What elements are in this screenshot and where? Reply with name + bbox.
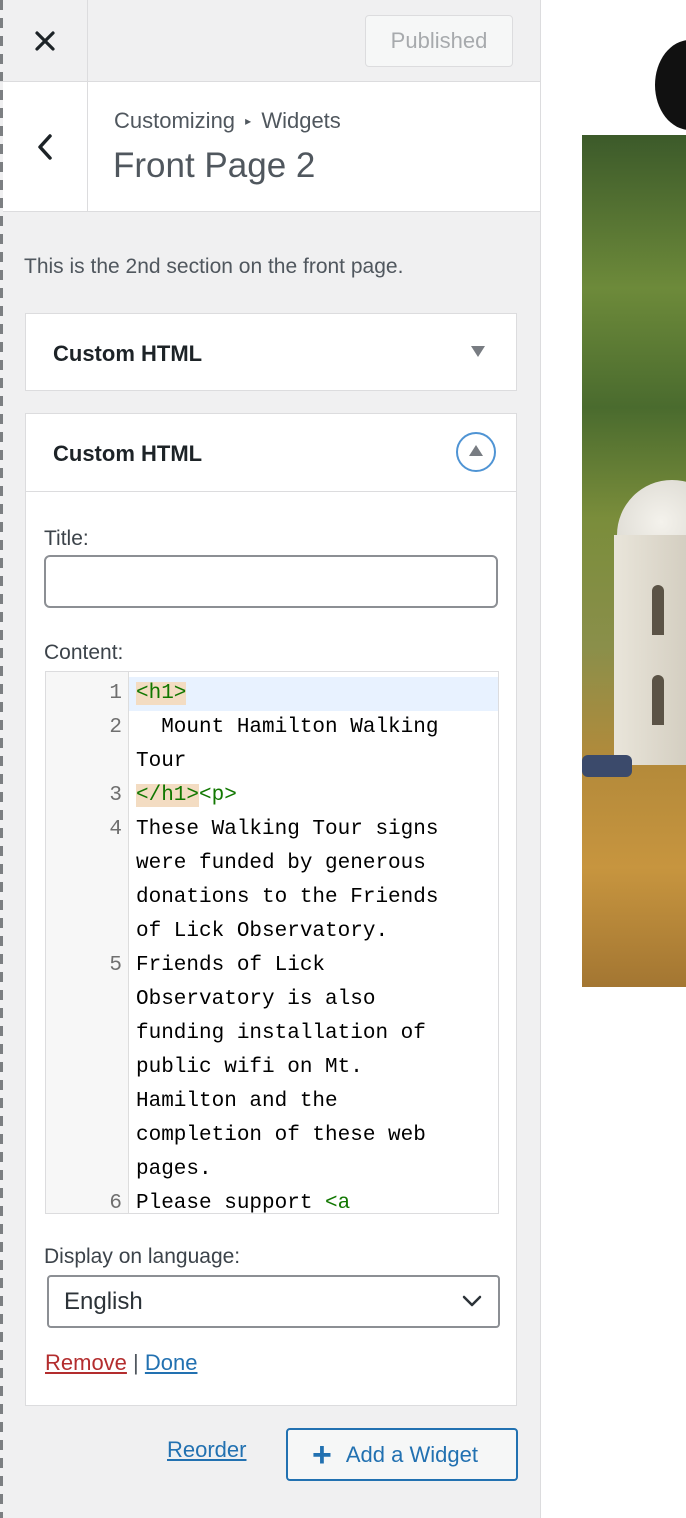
reorder-link[interactable]: Reorder [167,1437,246,1463]
code-line: <h1> [136,677,486,711]
widget-custom-html-collapsed[interactable]: Custom HTML [25,313,517,391]
close-icon [35,30,55,51]
code-line: of Lick Observatory. [136,915,486,949]
language-label: Display on language: [44,1245,241,1268]
code-token: Mount Hamilton Walking [136,716,439,739]
add-widget-button[interactable]: + Add a Widget [286,1428,518,1481]
code-line: donations to the Friends [136,881,486,915]
site-logo-icon [655,40,686,130]
language-select[interactable]: English [47,1275,500,1328]
code-line: Tour [136,745,486,779]
building-window [652,675,664,725]
divider [26,491,516,492]
code-editor[interactable]: 1 <h1> 2 Mount Hamilton Walking Tour 3 </h1><… [45,671,499,1214]
code-line: </h1><p> [136,779,486,813]
remove-link[interactable]: Remove [45,1350,127,1375]
code-token: completion of these web [136,1124,426,1147]
close-button[interactable] [3,0,88,81]
code-line: funding installation of [136,1017,486,1051]
building-window [652,585,664,635]
line-number: 3 [109,784,122,807]
preview-gap [541,0,582,1518]
parked-car [582,755,632,777]
breadcrumb: Customizing ▸ Widgets [114,108,341,134]
code-line: completion of these web [136,1119,486,1153]
line-number: 6 [109,1192,122,1214]
breadcrumb-item: Widgets [261,108,341,133]
code-token: public wifi on Mt. [136,1056,363,1079]
section-title: Front Page 2 [113,146,316,185]
code-token: These Walking Tour signs [136,818,439,841]
chevron-left-icon [38,133,52,160]
line-number: 1 [109,682,122,705]
back-button[interactable] [3,82,88,211]
actions-separator: | [133,1350,139,1375]
add-widget-label: Add a Widget [345,1441,478,1467]
widget-actions: Remove | Done [45,1350,197,1376]
code-token: funding installation of [136,1022,426,1045]
collapse-arrow-icon[interactable] [456,432,496,472]
expand-arrow-icon[interactable] [471,346,485,357]
code-line: public wifi on Mt. [136,1051,486,1085]
published-button[interactable]: Published [365,15,513,67]
code-token: <h1> [136,682,187,705]
section-titlebar: Customizing ▸ Widgets Front Page 2 [3,82,540,212]
preview-photo [582,135,686,987]
breadcrumb-separator: ▸ [245,114,252,128]
code-token: were funded by generous [136,852,426,875]
code-line: pages. [136,1153,486,1187]
code-line: Please support <a [136,1187,486,1214]
code-line: Mount Hamilton Walking [136,711,486,745]
title-label: Title: [44,527,89,550]
code-token: Friends of Lick [136,954,326,977]
line-number: 5 [109,954,122,977]
code-line: Observatory is also [136,983,486,1017]
code-token: of Lick Observatory. [136,920,389,943]
code-line: These Walking Tour signs [136,813,486,847]
customizer-sidebar: Published Customizing ▸ Widgets Front Pa… [0,0,541,1518]
content-label: Content: [44,641,124,664]
code-token: donations to the Friends [136,886,439,909]
language-selected-value: English [64,1288,143,1315]
code-token: Please support [136,1192,326,1214]
widget-title[interactable]: Custom HTML [53,441,202,467]
observatory-building [614,535,686,765]
code-line: were funded by generous [136,847,486,881]
site-preview[interactable] [582,0,686,1518]
code-token: <a [325,1192,351,1214]
line-number: 4 [109,818,122,841]
line-number-gutter [46,672,129,1213]
code-token: pages. [136,1158,212,1181]
code-token: </h1> [136,784,200,807]
code-line: Friends of Lick [136,949,486,983]
code-token: Observatory is also [136,988,376,1011]
code-line: Hamilton and the [136,1085,486,1119]
done-link[interactable]: Done [145,1350,198,1375]
code-token: Tour [136,750,187,773]
widget-title[interactable]: Custom HTML [53,341,202,367]
line-number: 2 [109,716,122,739]
code-token: Hamilton and the [136,1090,338,1113]
breadcrumb-item: Customizing [114,108,236,133]
plus-icon: + [312,1435,332,1474]
chevron-down-icon [462,1295,482,1307]
section-description: This is the 2nd section on the front pag… [24,255,404,278]
customizer-header: Published [0,0,540,82]
title-input[interactable] [44,555,498,608]
widget-custom-html-expanded: Custom HTML Title: Content: 1 <h1> 2 Mount… [25,413,517,1406]
code-token: <p> [199,784,237,807]
